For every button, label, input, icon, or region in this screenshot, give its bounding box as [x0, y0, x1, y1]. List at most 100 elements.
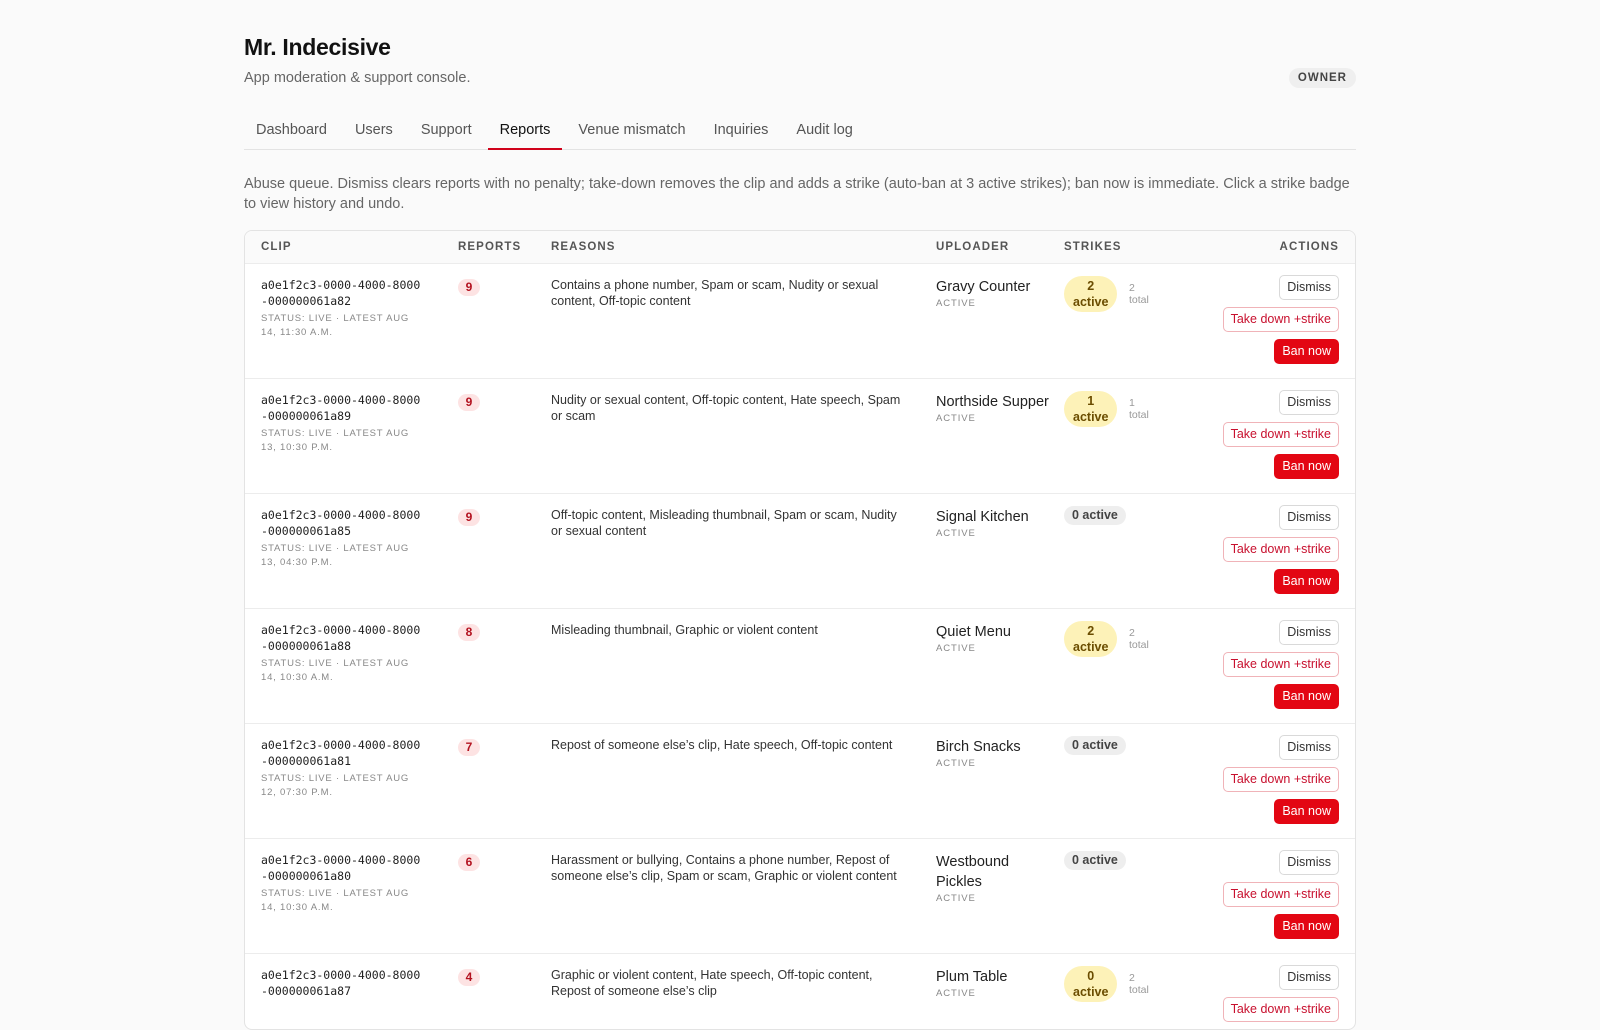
uploader-name: Gravy Counter — [936, 279, 1031, 295]
strike-badge[interactable]: 0 active — [1064, 736, 1126, 755]
dismiss-button[interactable]: Dismiss — [1279, 965, 1339, 990]
strike-total-count: 1 — [1129, 397, 1135, 409]
uploader-name: Westbound Pickles — [936, 854, 1010, 890]
uploader-name: Quiet Menu — [936, 624, 1011, 640]
report-reasons: Misleading thumbnail, Graphic or violent… — [551, 623, 818, 637]
uploader-status: ACTIVE — [936, 988, 976, 999]
strike-total-count: 2 — [1129, 627, 1135, 639]
uploader-status: ACTIVE — [936, 413, 976, 424]
clip-id: a0e1f2c3-0000-4000-8000-000000061a80 — [261, 853, 421, 883]
ban-now-button[interactable]: Ban now — [1274, 799, 1339, 824]
dismiss-button[interactable]: Dismiss — [1279, 850, 1339, 875]
dismiss-button[interactable]: Dismiss — [1279, 505, 1339, 530]
table-row: a0e1f2c3-0000-4000-8000-000000061a81 STA… — [245, 724, 1355, 839]
strike-active-label: active — [1073, 295, 1109, 309]
role-badge: OWNER — [1288, 68, 1356, 88]
take-down-strike-button[interactable]: Take down +strike — [1222, 307, 1339, 332]
table-row: a0e1f2c3-0000-4000-8000-000000061a82 STA… — [245, 264, 1355, 379]
ban-now-button[interactable]: Ban now — [1274, 914, 1339, 939]
strike-total-count: 2 — [1129, 972, 1135, 984]
tab-reports[interactable]: Reports — [487, 113, 563, 150]
take-down-strike-button[interactable]: Take down +strike — [1222, 882, 1339, 907]
report-count-badge: 8 — [458, 624, 480, 641]
report-reasons: Off-topic content, Misleading thumbnail,… — [551, 508, 897, 538]
uploader-name: Northside Supper — [936, 394, 1049, 410]
strike-badge[interactable]: 0 active — [1064, 966, 1118, 1002]
report-count-badge: 9 — [458, 509, 480, 526]
uploader-name: Birch Snacks — [936, 739, 1021, 755]
strike-total: 2 total — [1129, 627, 1149, 651]
ban-now-button[interactable]: Ban now — [1274, 684, 1339, 709]
report-reasons: Nudity or sexual content, Off-topic cont… — [551, 393, 901, 423]
report-count-badge: 9 — [458, 394, 480, 411]
col-reasons: REASONS — [551, 241, 616, 253]
take-down-strike-button[interactable]: Take down +strike — [1222, 997, 1339, 1022]
tab-support[interactable]: Support — [409, 113, 484, 150]
report-reasons: Graphic or violent content, Hate speech,… — [551, 968, 873, 998]
clip-status: STATUS: LIVE · LATEST AUG 12, 07:30 P.M. — [261, 773, 410, 798]
strike-active-label: active — [1073, 640, 1109, 654]
strike-total: 2 total — [1129, 282, 1149, 306]
uploader: Westbound Pickles ACTIVE — [936, 852, 1051, 905]
report-reasons: Contains a phone number, Spam or scam, N… — [551, 278, 879, 308]
report-count-badge: 6 — [458, 854, 480, 871]
report-count-badge: 7 — [458, 739, 480, 756]
clip-id: a0e1f2c3-0000-4000-8000-000000061a89 — [261, 393, 421, 423]
uploader-status: ACTIVE — [936, 758, 976, 769]
uploader: Northside Supper ACTIVE — [936, 392, 1051, 425]
take-down-strike-button[interactable]: Take down +strike — [1222, 767, 1339, 792]
reports-table: CLIP REPORTS REASONS UPLOADER STRIKES AC… — [244, 230, 1356, 1030]
clip-id: a0e1f2c3-0000-4000-8000-000000061a87 — [261, 968, 421, 998]
report-count-badge: 9 — [458, 279, 480, 296]
strike-badge[interactable]: 1 active — [1064, 391, 1118, 427]
strike-active-count: 1 — [1087, 394, 1095, 408]
ban-now-button[interactable]: Ban now — [1274, 339, 1339, 364]
clip-status: STATUS: LIVE · LATEST AUG 14, 10:30 A.M. — [261, 658, 410, 683]
dismiss-button[interactable]: Dismiss — [1279, 275, 1339, 300]
uploader-name: Plum Table — [936, 969, 1008, 985]
take-down-strike-button[interactable]: Take down +strike — [1222, 652, 1339, 677]
ban-now-button[interactable]: Ban now — [1274, 454, 1339, 479]
tab-inquiries[interactable]: Inquiries — [702, 113, 781, 150]
ban-now-button[interactable]: Ban now — [1274, 569, 1339, 594]
clip-id: a0e1f2c3-0000-4000-8000-000000061a81 — [261, 738, 421, 768]
clip-id: a0e1f2c3-0000-4000-8000-000000061a88 — [261, 623, 421, 653]
clip-status: STATUS: LIVE · LATEST AUG 13, 10:30 P.M. — [261, 428, 410, 453]
row-actions: Dismiss Take down +strike Ban now — [1222, 275, 1339, 371]
col-clip: CLIP — [261, 241, 292, 253]
take-down-strike-button[interactable]: Take down +strike — [1222, 537, 1339, 562]
strike-badge[interactable]: 0 active — [1064, 851, 1126, 870]
table-row: a0e1f2c3-0000-4000-8000-000000061a87 4 G… — [245, 954, 1355, 1029]
clip-status: STATUS: LIVE · LATEST AUG 14, 10:30 A.M. — [261, 888, 410, 913]
tab-audit-log[interactable]: Audit log — [784, 113, 864, 150]
row-actions: Dismiss Take down +strike Ban now — [1222, 505, 1339, 601]
report-count-badge: 4 — [458, 969, 480, 986]
table-body: a0e1f2c3-0000-4000-8000-000000061a82 STA… — [245, 264, 1355, 1029]
col-strikes: STRIKES — [1064, 241, 1122, 253]
report-reasons: Harassment or bullying, Contains a phone… — [551, 853, 897, 883]
strike-badge[interactable]: 2 active — [1064, 276, 1118, 312]
strike-active-count: 2 — [1087, 624, 1095, 638]
uploader-status: ACTIVE — [936, 528, 976, 539]
row-actions: Dismiss Take down +strike Ban now — [1222, 965, 1339, 1029]
uploader: Signal Kitchen ACTIVE — [936, 507, 1051, 540]
dismiss-button[interactable]: Dismiss — [1279, 735, 1339, 760]
row-actions: Dismiss Take down +strike Ban now — [1222, 850, 1339, 946]
strike-total: 2 total — [1129, 972, 1149, 996]
uploader-status: ACTIVE — [936, 643, 976, 654]
row-actions: Dismiss Take down +strike Ban now — [1222, 390, 1339, 486]
tab-dashboard[interactable]: Dashboard — [244, 113, 339, 150]
table-row: a0e1f2c3-0000-4000-8000-000000061a85 STA… — [245, 494, 1355, 609]
strike-badge[interactable]: 2 active — [1064, 621, 1118, 657]
dismiss-button[interactable]: Dismiss — [1279, 390, 1339, 415]
uploader-status: ACTIVE — [936, 893, 976, 904]
strike-badge[interactable]: 0 active — [1064, 506, 1126, 525]
uploader: Gravy Counter ACTIVE — [936, 277, 1051, 310]
dismiss-button[interactable]: Dismiss — [1279, 620, 1339, 645]
take-down-strike-button[interactable]: Take down +strike — [1222, 422, 1339, 447]
strike-total-label: total — [1129, 639, 1149, 651]
tab-users[interactable]: Users — [343, 113, 405, 150]
tab-venue-mismatch[interactable]: Venue mismatch — [566, 113, 697, 150]
uploader-name: Signal Kitchen — [936, 509, 1029, 525]
row-actions: Dismiss Take down +strike Ban now — [1222, 735, 1339, 831]
